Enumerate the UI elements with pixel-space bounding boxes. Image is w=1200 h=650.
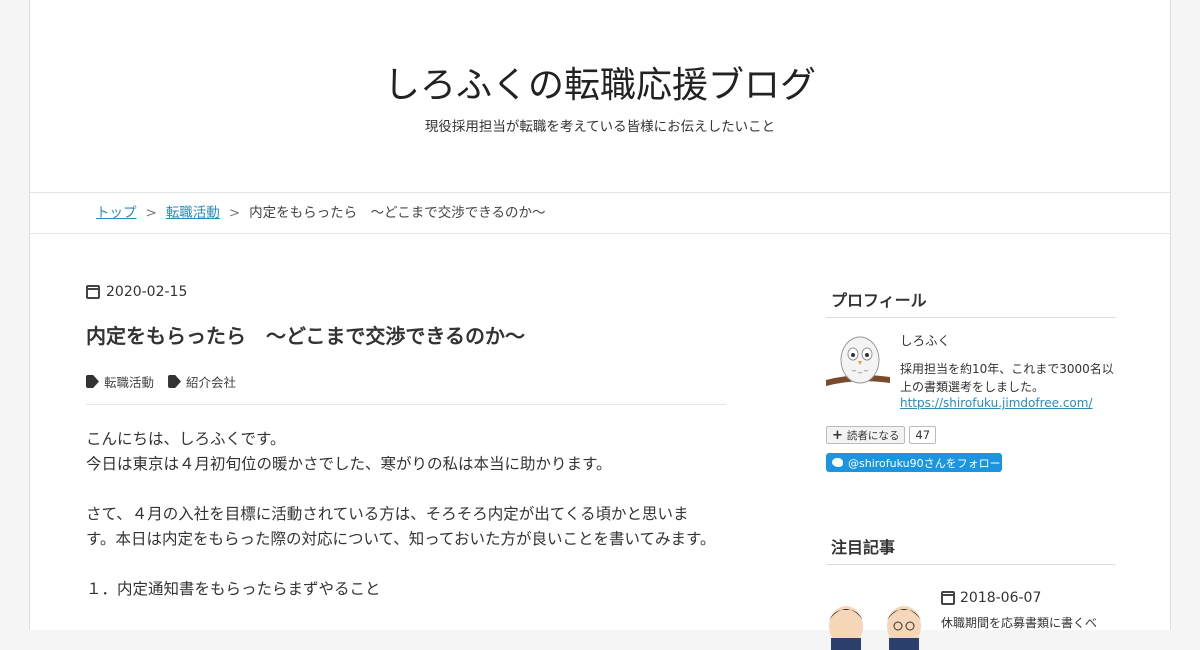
featured-heading: 注目記事 [826, 534, 1116, 565]
body-paragraph: こんにちは、しろふくです。 今日は東京は４月初旬位の暖かさでした、寒がりの私は本… [86, 427, 716, 477]
body-paragraph: さて、４月の入社を目標に活動されている方は、そろそろ内定が出てくる頃かと思います… [86, 502, 716, 552]
subscriber-count[interactable]: 47 [909, 426, 937, 444]
tag-icon [86, 375, 99, 388]
profile-bio: 採用担当を約10年、これまで3000名以上の書類選考をしました。 [900, 362, 1114, 394]
breadcrumb-separator: > [228, 205, 241, 221]
tag-label: 紹介会社 [186, 375, 237, 390]
tag-link[interactable]: 紹介会社 [168, 372, 236, 391]
twitter-bird-icon [832, 458, 843, 467]
page: しろふくの転職応援ブログ 現役採用担当が転職を考えている皆様にお伝えしたいこと … [29, 0, 1171, 650]
body-line: 今日は東京は４月初旬位の暖かさでした、寒がりの私は本当に助かります。 [86, 455, 612, 473]
twitter-follow-label: @shirofuku90さんをフォロー [848, 456, 1001, 470]
entry-body: こんにちは、しろふくです。 今日は東京は４月初旬位の暖かさでした、寒がりの私は本… [86, 427, 716, 627]
blog-description: 現役採用担当が転職を考えている皆様にお伝えしたいこと [424, 119, 776, 135]
plus-icon: + [832, 427, 843, 443]
breadcrumb-top-link[interactable]: トップ [96, 205, 137, 221]
entry-date[interactable]: 2020-02-15 [86, 284, 187, 300]
featured-date: 2018-06-07 [941, 590, 1041, 606]
body-line: こんにちは、しろふくです。 [86, 430, 286, 448]
tag-link[interactable]: 転職活動 [86, 372, 154, 391]
body-paragraph: １．内定通知書をもらったらまずやること [86, 577, 716, 602]
profile-link[interactable]: https://shirofuku.jimdofree.com/ [900, 396, 1093, 410]
featured-entry-title[interactable]: 休職期間を応募書類に書くべ [941, 614, 1097, 631]
entry-date-text: 2020-02-15 [106, 284, 188, 300]
calendar-icon [941, 591, 955, 605]
profile-heading: プロフィール [826, 287, 1116, 318]
owl-avatar[interactable] [826, 332, 890, 390]
entry-title[interactable]: 内定をもらったら ～どこまで交渉できるのか～ [86, 320, 525, 349]
blog-title[interactable]: しろふくの転職応援ブログ [30, 56, 1170, 108]
blog-header: しろふくの転職応援ブログ 現役採用担当が転職を考えている皆様にお伝えしたいこと [30, 0, 1170, 193]
subscribe-widget: + 読者になる 47 [826, 426, 937, 444]
breadcrumb-separator: > [145, 205, 157, 221]
tag-label: 転職活動 [104, 375, 155, 390]
featured-module: 注目記事 2018-06-07 休職期間を応募書類に書くべ [826, 534, 1116, 650]
body-line: さて、４月の入社を目標に活動されている方は、そろそろ内定が出てくる頃かと思います… [86, 505, 716, 548]
entry-tags: 転職活動 紹介会社 [86, 372, 236, 391]
tag-icon [168, 375, 182, 388]
featured-date-text: 2018-06-07 [960, 590, 1042, 606]
calendar-icon [86, 285, 100, 299]
breadcrumb-category-link[interactable]: 転職活動 [166, 205, 220, 221]
subscribe-label: 読者になる [846, 429, 900, 442]
divider [86, 404, 726, 405]
featured-thumbnail[interactable] [826, 590, 936, 650]
breadcrumb: トップ > 転職活動 > 内定をもらったら ～どこまで交渉できるのか～ [30, 193, 1170, 234]
breadcrumb-current: 内定をもらったら ～どこまで交渉できるのか～ [249, 205, 546, 221]
subscribe-button[interactable]: + 読者になる [826, 426, 906, 444]
body-line: １．内定通知書をもらったらまずやること [86, 580, 381, 598]
twitter-follow-button[interactable]: @shirofuku90さんをフォロー [826, 453, 1002, 472]
profile-name[interactable]: しろふく [900, 330, 950, 349]
